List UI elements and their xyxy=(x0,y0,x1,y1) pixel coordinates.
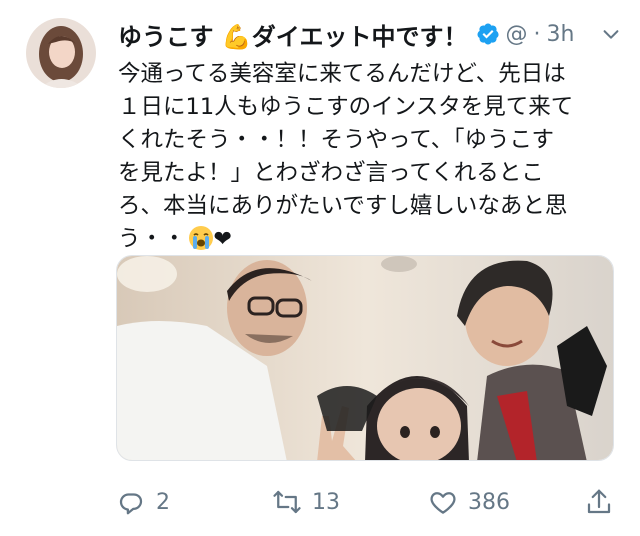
tweet-body: 今通ってる美容室に来てるんだけど、先日は １日に11人もゆうこすのインスタを見て… xyxy=(118,61,574,252)
loudly-crying-face-emoji-icon xyxy=(188,226,213,250)
retweet-icon xyxy=(273,490,301,514)
tweet-header: ゆうこす 💪ダイエット中です！ @ · 3h xyxy=(118,16,622,52)
share-icon xyxy=(587,489,611,514)
retweet-button[interactable]: 13 xyxy=(272,482,340,522)
verified-badge-icon xyxy=(477,23,499,45)
tweet-text: 今通ってる美容室に来てるんだけど、先日は １日に11人もゆうこすのインスタを見て… xyxy=(118,58,618,256)
reply-button[interactable]: 2 xyxy=(116,482,170,522)
separator-dot: · xyxy=(533,21,541,47)
retweet-count: 13 xyxy=(312,489,340,515)
timestamp[interactable]: 3h xyxy=(547,22,575,47)
avatar[interactable] xyxy=(26,18,96,88)
share-button[interactable] xyxy=(584,482,614,522)
heart-icon xyxy=(430,492,456,514)
heart-glyph: ❤ xyxy=(213,227,232,252)
like-count: 386 xyxy=(468,489,510,515)
display-name[interactable]: ゆうこす 💪ダイエット中です！ xyxy=(118,17,468,52)
tweet-photo[interactable] xyxy=(116,255,614,461)
tweet-actions: 2 13 386 xyxy=(112,482,622,522)
chevron-down-icon[interactable] xyxy=(600,23,622,45)
reply-count: 2 xyxy=(156,489,170,515)
username-handle[interactable]: @ xyxy=(506,22,528,47)
reply-icon xyxy=(119,493,143,515)
like-button[interactable]: 386 xyxy=(428,482,510,522)
